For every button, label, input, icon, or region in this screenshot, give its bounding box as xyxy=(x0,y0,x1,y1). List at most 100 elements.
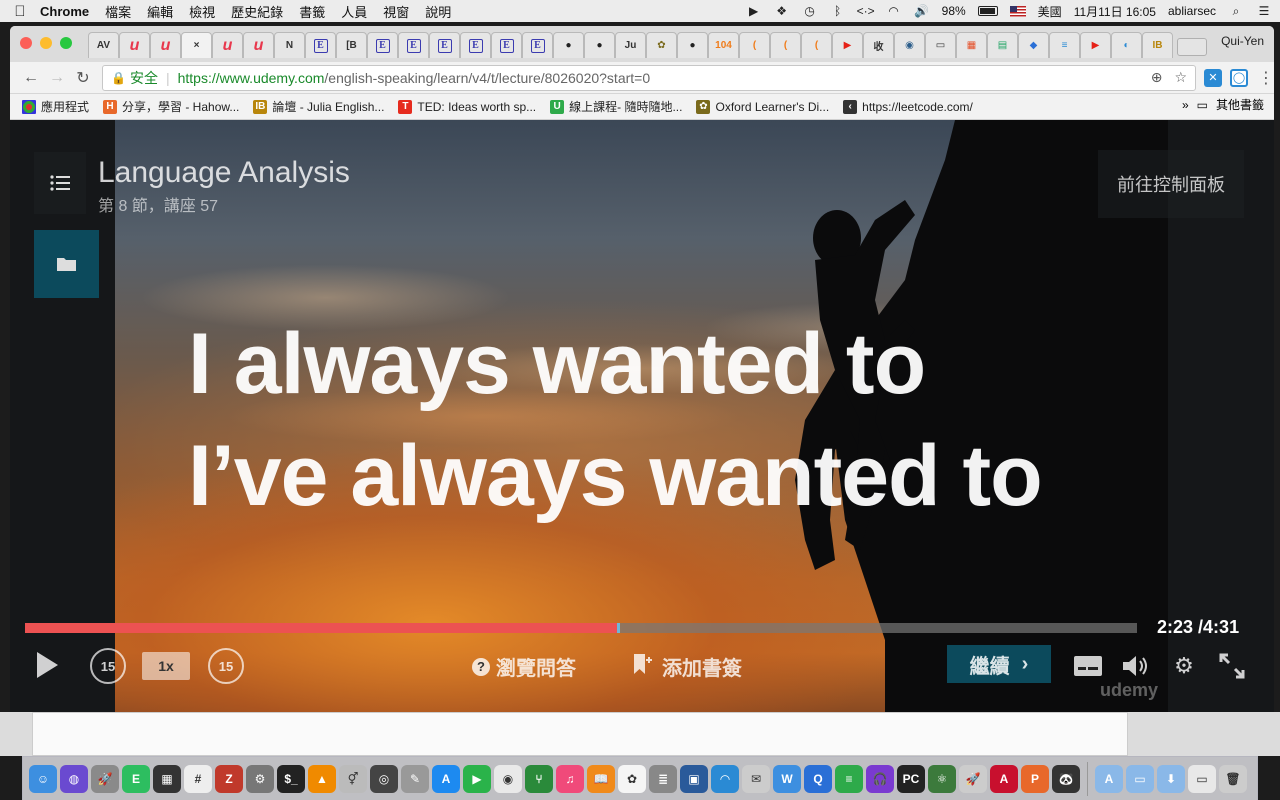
atom-dock-icon[interactable]: ⚛ xyxy=(928,764,956,793)
headphones-dock-icon[interactable]: 🎧 xyxy=(866,764,894,793)
quicktime-dock-icon[interactable]: ◎ xyxy=(370,764,398,793)
menu-edit[interactable]: 編輯 xyxy=(147,2,173,21)
downloads-folder-dock-icon[interactable]: ⬇ xyxy=(1157,764,1185,793)
chrome-dock-icon[interactable]: ◉ xyxy=(494,764,522,793)
powerpoint-dock-icon[interactable]: P xyxy=(1021,764,1049,793)
browser-tab[interactable]: ● xyxy=(553,32,584,58)
notification-center-icon[interactable]: ☰ xyxy=(1256,4,1272,18)
extension-translate-icon[interactable]: ✕ xyxy=(1204,68,1222,87)
close-tab-icon[interactable]: × xyxy=(190,39,204,53)
browser-tab[interactable]: E xyxy=(398,32,429,58)
time-machine-icon[interactable]: ◷ xyxy=(802,4,818,18)
volume-icon[interactable] xyxy=(1120,650,1152,682)
back-arrow-icon[interactable]: ← xyxy=(18,65,44,91)
apple-menu-icon[interactable]:  xyxy=(0,3,40,20)
app-menu[interactable]: Chrome xyxy=(40,4,89,19)
profile-name[interactable]: Qui-Yen xyxy=(1221,34,1264,48)
gender-app-dock-icon[interactable]: ⚥ xyxy=(339,764,367,793)
facetime-dock-icon[interactable]: ▶ xyxy=(463,764,491,793)
system-prefs-dock-icon[interactable]: ⚙ xyxy=(246,764,274,793)
browser-tab[interactable]: ● xyxy=(677,32,708,58)
continue-button[interactable]: 繼續 › xyxy=(947,645,1051,683)
terminal-dock-icon[interactable]: $_ xyxy=(277,764,305,793)
bookmark-item[interactable]: ✿ Oxford Learner's Di... xyxy=(696,99,829,114)
zoom-window-button[interactable] xyxy=(60,37,72,49)
browser-tab[interactable]: N xyxy=(274,32,305,58)
browse-qa-button[interactable]: ? 瀏覽問答 xyxy=(472,652,576,681)
filezilla-dock-icon[interactable]: Z xyxy=(215,764,243,793)
photos-dock-icon[interactable]: ✿ xyxy=(618,764,646,793)
browser-tab[interactable]: AV xyxy=(88,32,119,58)
itunes-dock-icon[interactable]: ♫ xyxy=(556,764,584,793)
bookmark-item[interactable]: U 線上課程- 隨時隨地... xyxy=(550,98,682,115)
volume-icon[interactable]: 🔊 xyxy=(914,4,930,18)
captions-icon[interactable] xyxy=(1072,650,1104,682)
browser-tab[interactable]: ≡ xyxy=(1049,32,1080,58)
browser-tab[interactable]: ( xyxy=(801,32,832,58)
virtualbox-dock-icon[interactable]: ▣ xyxy=(680,764,708,793)
browser-tab[interactable]: E xyxy=(367,32,398,58)
reload-icon[interactable]: ↻ xyxy=(70,65,96,91)
rewind-15-button[interactable]: 15 xyxy=(90,648,126,684)
apps-folder-dock-icon[interactable]: A xyxy=(1095,764,1123,793)
wifi-app-dock-icon[interactable]: ◠ xyxy=(711,764,739,793)
new-tab-button[interactable] xyxy=(1177,38,1207,56)
browser-tab[interactable]: ◉ xyxy=(894,32,925,58)
forward-15-button[interactable]: 15 xyxy=(208,648,244,684)
browser-tab[interactable]: u xyxy=(119,32,150,58)
resources-folder-icon[interactable] xyxy=(34,230,99,298)
bookmark-item[interactable]: ‹ https://leetcode.com/ xyxy=(843,99,973,114)
browser-tab[interactable]: ◆ xyxy=(1018,32,1049,58)
quip-dock-icon[interactable]: Q xyxy=(804,764,832,793)
other-bookmarks[interactable]: 其他書籤 xyxy=(1216,96,1264,113)
bookmarks-more-chevron[interactable]: » xyxy=(1182,98,1189,112)
finder-dock-icon[interactable]: ☺ xyxy=(29,764,57,793)
browser-tab[interactable]: E xyxy=(429,32,460,58)
bookmark-item[interactable]: T TED: Ideas worth sp... xyxy=(398,99,536,114)
browser-tab[interactable]: E xyxy=(522,32,553,58)
bookmark-item[interactable]: 應用程式 xyxy=(22,98,89,115)
menu-window[interactable]: 視窗 xyxy=(383,2,409,21)
browser-tab[interactable]: E xyxy=(491,32,522,58)
browser-tab[interactable]: ▦ xyxy=(956,32,987,58)
menu-bookmarks[interactable]: 書籤 xyxy=(299,2,325,21)
chrome-menu-icon[interactable]: ⋮ xyxy=(1258,68,1274,88)
curriculum-menu-icon[interactable] xyxy=(34,152,86,214)
istat-dock-icon[interactable]: ≡ xyxy=(835,764,863,793)
forward-arrow-icon[interactable]: → xyxy=(44,65,70,91)
browser-tab[interactable]: ✿ xyxy=(646,32,677,58)
menu-help[interactable]: 說明 xyxy=(425,2,451,21)
browser-tab[interactable]: 104 xyxy=(708,32,739,58)
dropbox-icon[interactable]: ❖ xyxy=(774,4,790,18)
spotlight-search-icon[interactable]: ⌕ xyxy=(1228,4,1244,18)
sourcetree-dock-icon[interactable]: ⑂ xyxy=(525,764,553,793)
acrobat-dock-icon[interactable]: A xyxy=(990,764,1018,793)
browser-tab[interactable]: IB xyxy=(1142,32,1173,58)
fullscreen-icon[interactable] xyxy=(1216,650,1248,682)
menubar-user[interactable]: abliarsec xyxy=(1168,4,1216,18)
progress-knob[interactable] xyxy=(616,623,620,633)
browser-tab[interactable]: Ju xyxy=(615,32,646,58)
progress-bar[interactable] xyxy=(25,623,1137,633)
browser-tab[interactable]: u xyxy=(212,32,243,58)
rocket-dock-icon[interactable]: 🚀 xyxy=(959,764,987,793)
wunderlist-dock-icon[interactable]: W xyxy=(773,764,801,793)
evernote-dock-icon[interactable]: E xyxy=(122,764,150,793)
preview-2-dock-icon[interactable]: ✉ xyxy=(742,764,770,793)
add-bookmark-button[interactable]: 添加書簽 xyxy=(632,652,742,681)
browser-tab[interactable]: [B xyxy=(336,32,367,58)
us-flag-icon[interactable] xyxy=(1009,5,1026,17)
browser-tab[interactable]: ▭ xyxy=(925,32,956,58)
browser-tab[interactable]: ▶ xyxy=(832,32,863,58)
bookmark-star-icon[interactable]: ☆ xyxy=(1174,69,1187,86)
browser-tab[interactable]: E xyxy=(460,32,491,58)
docs-folder-dock-icon[interactable]: ▭ xyxy=(1126,764,1154,793)
sequel-dock-icon[interactable]: ≣ xyxy=(649,764,677,793)
bluetooth-icon[interactable]: ᛒ xyxy=(830,4,846,18)
video-player[interactable]: Language Analysis 第 8 節，講座 57 前往控制面板 I a… xyxy=(10,120,1274,712)
browser-tab[interactable]: ◐ xyxy=(1111,32,1142,58)
playback-speed-button[interactable]: 1x xyxy=(142,652,190,680)
settings-gear-icon[interactable]: ⚙ xyxy=(1168,650,1200,682)
close-window-button[interactable] xyxy=(20,37,32,49)
menu-view[interactable]: 檢視 xyxy=(189,2,215,21)
